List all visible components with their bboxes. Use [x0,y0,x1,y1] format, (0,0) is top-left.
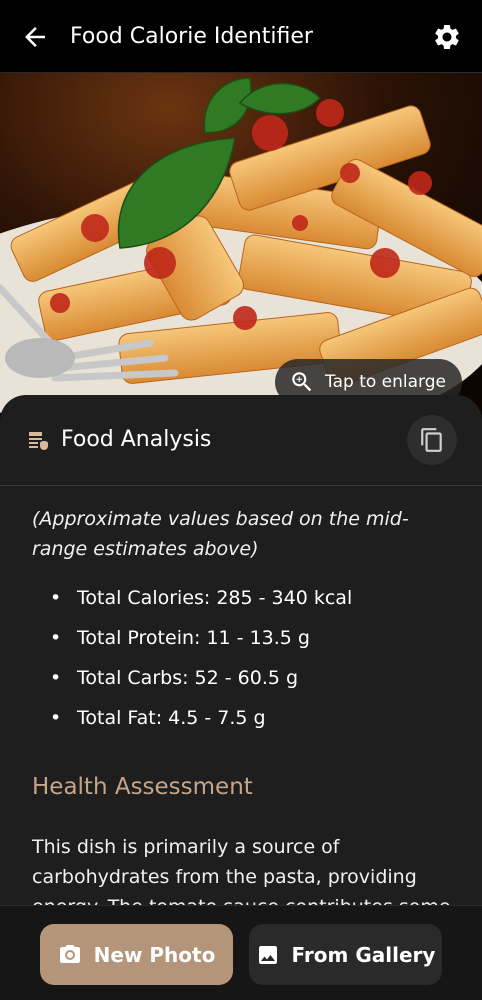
total-calories: Total Calories: 285 - 340 kcal [77,587,353,609]
total-fat: Total Fat: 4.5 - 7.5 g [77,707,266,729]
health-assessment-text: This dish is primarily a source of carbo… [32,836,451,905]
health-assessment-title: Health Assessment [32,774,253,800]
camera-icon [59,944,80,963]
from-gallery-button[interactable]: From Gallery [249,924,442,985]
from-gallery-label: From Gallery [291,942,436,967]
analysis-card: Food Analysis (Approximate values based … [0,395,482,905]
bottom-action-bar: New Photo From Gallery [0,905,482,1000]
new-photo-button[interactable]: New Photo [40,924,233,985]
total-protein: Total Protein: 11 - 13.5 g [77,627,310,649]
gear-icon[interactable] [432,22,462,52]
copy-icon [421,428,442,452]
list-item: • Total Calories: 285 - 340 kcal [50,587,353,609]
total-carbs: Total Carbs: 52 - 60.5 g [77,667,299,689]
analysis-content: (Approximate values based on the mid-ran… [0,486,482,905]
enlarge-label: Tap to enlarge [325,372,446,392]
app-bar: Food Calorie Identifier [0,0,482,73]
list-item: • Total Carbs: 52 - 60.5 g [50,667,299,689]
totals-list: • Total Calories: 285 - 340 kcal • Total P… [32,578,452,738]
arrow-left-icon[interactable] [20,22,50,52]
document-list-icon [29,432,48,450]
analysis-header: Food Analysis [0,395,482,486]
image-icon [258,945,277,964]
page-title: Food Calorie Identifier [70,24,313,49]
zoom-in-icon [292,372,312,392]
list-item: • Total Protein: 11 - 13.5 g [50,627,310,649]
list-item: • Total Fat: 4.5 - 7.5 g [50,707,266,729]
copy-button[interactable] [407,415,457,465]
estimate-note: (Approximate values based on the mid-ran… [32,508,409,560]
analysis-heading: Food Analysis [61,427,212,452]
new-photo-label: New Photo [93,942,216,967]
